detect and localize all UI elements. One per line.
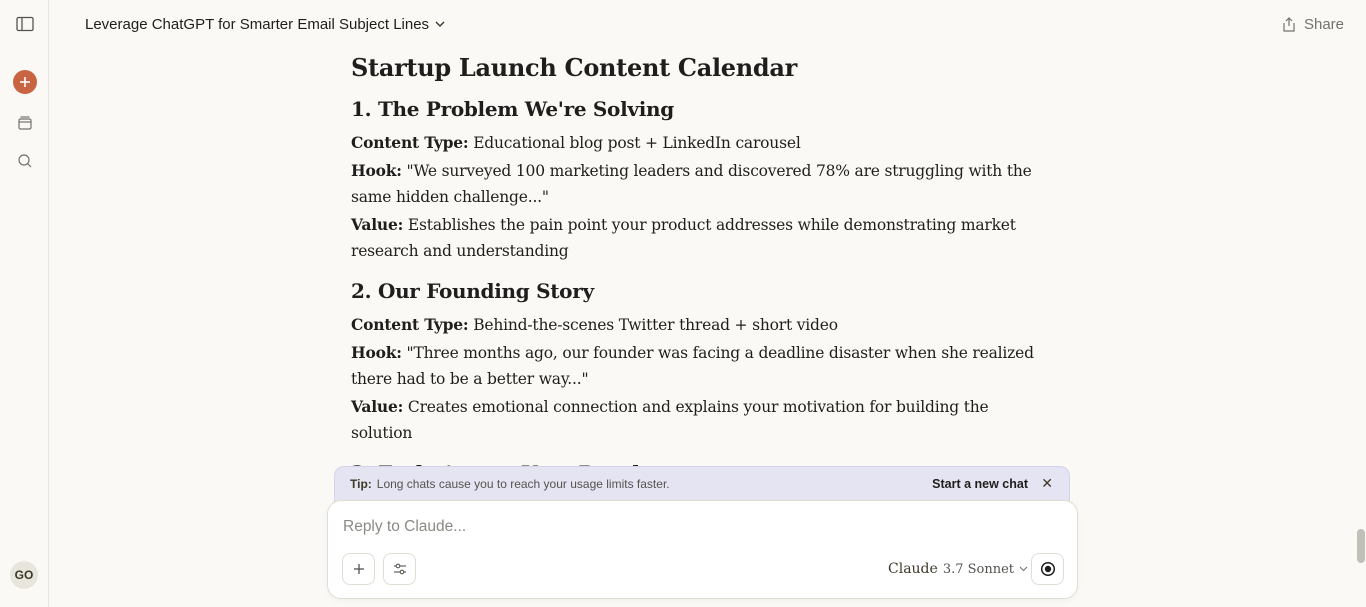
section-1: 1. The Problem We're Solving Content Typ… (351, 96, 1041, 264)
content-type-value: Behind-the-scenes Twitter thread + short… (473, 316, 838, 334)
chat-title: Leverage ChatGPT for Smarter Email Subje… (85, 15, 430, 33)
hook-label: Hook: (351, 161, 402, 180)
section-2: 2. Our Founding Story Content Type: Behi… (351, 278, 1041, 446)
tip-text: Long chats cause you to reach your usage… (376, 477, 670, 491)
reply-composer[interactable]: Reply to Claude... Claude 3.7 Sonnet (327, 500, 1078, 599)
content-type-value: Educational blog post + LinkedIn carouse… (473, 134, 801, 152)
section-heading: 2. Our Founding Story (351, 279, 594, 303)
avatar[interactable]: GO (10, 561, 38, 589)
hook-line: Hook: "Three months ago, our founder was… (351, 340, 1041, 392)
hook-value: "We surveyed 100 marketing leaders and d… (351, 162, 1032, 206)
content-type-line: Content Type: Educational blog post + Li… (351, 130, 1041, 156)
hook-line: Hook: "We surveyed 100 marketing leaders… (351, 158, 1041, 210)
hook-label: Hook: (351, 343, 402, 362)
sidebar-toggle-icon (15, 16, 34, 31)
value-line: Value: Creates emotional connection and … (351, 394, 1041, 446)
new-chat-button[interactable] (12, 69, 37, 94)
plus-icon (353, 564, 364, 574)
sidebar-toggle-button[interactable] (12, 11, 37, 36)
scrollbar-thumb[interactable] (1357, 529, 1365, 563)
model-name: Claude (888, 561, 938, 577)
share-icon (1283, 16, 1295, 32)
message-content: Startup Launch Content Calendar 1. The P… (351, 52, 1041, 500)
value-label: Value: (351, 215, 404, 234)
value-text: Establishes the pain point your product … (351, 216, 1016, 260)
sliders-icon (393, 563, 406, 575)
content-type-label: Content Type: (351, 133, 469, 152)
record-icon (1040, 561, 1055, 577)
share-button[interactable]: Share (1282, 14, 1344, 34)
plus-icon (19, 76, 30, 87)
value-label: Value: (351, 397, 404, 416)
chats-button[interactable] (12, 110, 37, 135)
hook-value: "Three months ago, our founder was facin… (351, 344, 1034, 388)
chats-archive-icon (17, 115, 32, 130)
sidebar: GO (0, 0, 49, 607)
search-chats-button[interactable] (12, 148, 37, 173)
share-label: Share (1303, 15, 1344, 33)
value-line: Value: Establishes the pain point your p… (351, 212, 1041, 264)
start-new-chat-link[interactable]: Start a new chat (932, 477, 1028, 491)
content-type-label: Content Type: (351, 315, 469, 334)
close-icon[interactable]: ✕ (1041, 475, 1053, 492)
tools-button[interactable] (383, 553, 416, 585)
model-version: 3.7 Sonnet (942, 561, 1015, 577)
model-selector[interactable]: Claude 3.7 Sonnet (888, 559, 1028, 579)
document-title: Startup Launch Content Calendar (351, 53, 797, 82)
chevron-down-icon (1019, 566, 1028, 572)
reply-input[interactable]: Reply to Claude... (343, 518, 466, 536)
search-chat-icon (17, 153, 31, 167)
chat-title-dropdown[interactable]: Leverage ChatGPT for Smarter Email Subje… (85, 14, 445, 34)
chevron-down-icon (435, 21, 445, 27)
voice-mode-button[interactable] (1031, 553, 1064, 585)
value-text: Creates emotional connection and explain… (351, 398, 989, 442)
tip-label: Tip: (350, 477, 372, 491)
content-type-line: Content Type: Behind-the-scenes Twitter … (351, 312, 1041, 338)
attach-button[interactable] (342, 553, 375, 585)
section-heading: 1. The Problem We're Solving (351, 97, 674, 121)
